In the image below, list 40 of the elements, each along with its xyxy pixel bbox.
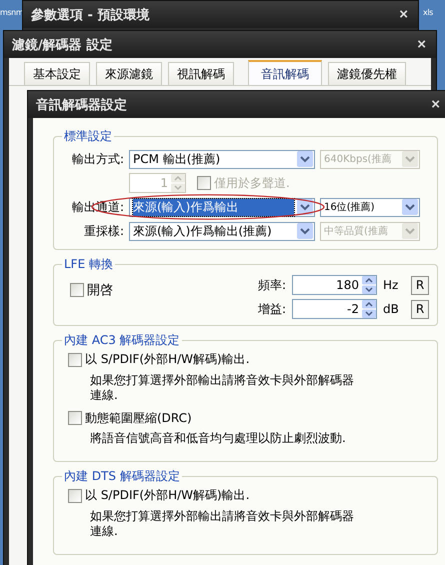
field-label: 重採樣: xyxy=(82,222,124,240)
close-button[interactable]: × xyxy=(397,6,410,23)
checkbox[interactable]: 以 S/PDIF(外部H/W解碼)輸出. xyxy=(68,351,250,368)
window-title: 參數選項 - 預設環境 xyxy=(31,6,150,24)
description-text: 將語音信號高音和低音均勻處理以防止劇烈波動. xyxy=(90,431,347,447)
dropdown[interactable]: 16位(推薦) xyxy=(320,198,420,216)
window-title: 濾鏡/解碼器 設定 xyxy=(12,36,114,54)
group-title: LFE 轉換 xyxy=(63,256,114,273)
dropdown[interactable]: 來源(輸入)作爲輸出 xyxy=(129,198,315,216)
spinner-arrows-icon xyxy=(362,300,376,318)
close-button[interactable]: × xyxy=(415,36,428,53)
tab[interactable]: 濾鏡優先權 xyxy=(328,62,406,85)
number-spinner[interactable]: -2 xyxy=(292,299,377,319)
tab[interactable]: 基本設定 xyxy=(24,62,90,85)
checkbox[interactable]: 以 S/PDIF(外部H/W解碼)輸出. xyxy=(68,487,250,504)
tab[interactable]: 音訊解碼 xyxy=(248,60,322,85)
unit-label: dB xyxy=(383,302,400,316)
field-label: 頻率: xyxy=(256,276,286,294)
checkbox[interactable]: 開啓 xyxy=(70,281,113,299)
dropdown[interactable]: 來源(輸入)作爲輸出(推薦) xyxy=(129,222,315,240)
description-text: 如果您打算選擇外部輸出請將音效卡與外部解碼器連線. xyxy=(90,372,355,404)
reset-button[interactable]: R xyxy=(411,276,429,294)
group-title: 內建 AC3 解碼器設定 xyxy=(63,332,181,349)
group-title: 標準設定 xyxy=(63,128,113,145)
description-text: 如果您打算選擇外部輸出請將音效卡與外部解碼器連線. xyxy=(90,508,355,540)
checkbox[interactable]: 動態範圍壓縮(DRC) xyxy=(68,410,192,427)
close-button[interactable]: × xyxy=(429,96,442,113)
window-title: 音訊解碼器設定 xyxy=(36,96,128,114)
spinner-arrows-icon xyxy=(171,174,185,192)
desktop-icon-label[interactable]: xls xyxy=(423,8,433,17)
group-title: 內建 DTS 解碼器設定 xyxy=(63,468,181,485)
number-spinner[interactable]: 180 xyxy=(292,275,377,295)
spinner-arrows-icon xyxy=(362,276,376,294)
dropdown[interactable]: PCM 輸出(推薦) xyxy=(129,150,315,168)
unit-label: Hz xyxy=(383,278,400,292)
field-label: 增益: xyxy=(256,300,286,318)
tab[interactable]: 視訊解碼 xyxy=(168,62,234,85)
reset-button[interactable]: R xyxy=(411,300,429,318)
field-label: 輸出方式: xyxy=(70,150,124,168)
tab[interactable]: 來源濾鏡 xyxy=(96,62,162,85)
